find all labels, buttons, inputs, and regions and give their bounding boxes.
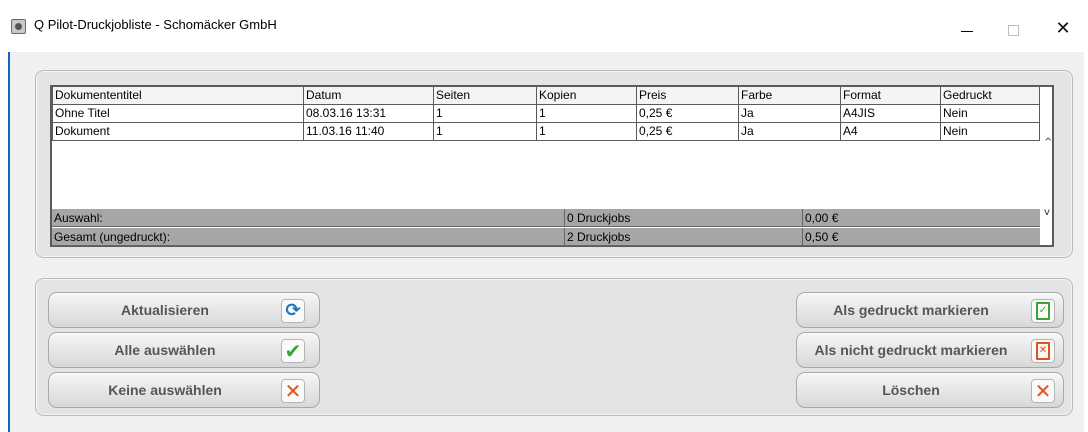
delete-button-label: Löschen	[882, 382, 940, 398]
selection-jobs: 0 Druckjobs	[564, 209, 630, 227]
table-row[interactable]: Dokument 11.03.16 11:40 1 1 0,25 € Ja A4…	[52, 123, 1040, 141]
cell-price: 0,25 €	[637, 123, 739, 141]
total-jobs: 2 Druckjobs	[564, 228, 630, 246]
column-header-copies[interactable]: Kopien	[537, 87, 637, 105]
column-header-color[interactable]: Farbe	[739, 87, 841, 105]
mark-printed-button-label: Als gedruckt markieren	[833, 302, 989, 318]
total-amount: 0,50 €	[802, 228, 838, 246]
cell-pages: 1	[434, 123, 537, 141]
selection-label: Auswahl:	[54, 211, 103, 225]
scroll-down-icon[interactable]: v	[1044, 207, 1054, 218]
title-bar: Q Pilot-Druckjobliste - Schomäcker GmbH …	[0, 0, 1088, 52]
column-header-printed[interactable]: Gedruckt	[941, 87, 1040, 105]
cell-format: A4	[841, 123, 941, 141]
document-x-icon: ✕	[1031, 339, 1055, 363]
mark-unprinted-button-label: Als nicht gedruckt markieren	[814, 342, 1008, 358]
column-header-date[interactable]: Datum	[304, 87, 434, 105]
cell-date: 11.03.16 11:40	[304, 123, 434, 141]
cell-price: 0,25 €	[637, 105, 739, 123]
table-header-row: Dokumententitel Datum Seiten Kopien Prei…	[52, 87, 1040, 105]
app-icon	[11, 19, 26, 34]
delete-button[interactable]: Löschen ✕	[796, 372, 1064, 408]
column-header-format[interactable]: Format	[841, 87, 941, 105]
close-icon: ✕	[1055, 18, 1071, 39]
cell-date: 08.03.16 13:31	[304, 105, 434, 123]
cell-printed: Nein	[941, 123, 1040, 141]
selection-summary-row: Auswahl: 0 Druckjobs 0,00 €	[52, 209, 1040, 227]
refresh-icon: ⟳	[281, 299, 305, 323]
cell-format: A4JIS	[841, 105, 941, 123]
maximize-icon	[1007, 24, 1019, 36]
cell-color: Ja	[739, 105, 841, 123]
maximize-button[interactable]	[990, 8, 1036, 44]
cell-pages: 1	[434, 105, 537, 123]
column-header-price[interactable]: Preis	[637, 87, 739, 105]
mark-unprinted-button[interactable]: Als nicht gedruckt markieren ✕	[796, 332, 1064, 368]
refresh-button-label: Aktualisieren	[121, 302, 209, 318]
cell-printed: Nein	[941, 105, 1040, 123]
cell-title: Dokument	[52, 123, 304, 141]
column-header-title[interactable]: Dokumententitel	[52, 87, 304, 105]
scroll-up-icon[interactable]: ^	[1044, 137, 1054, 148]
cell-title: Ohne Titel	[52, 105, 304, 123]
window-title: Q Pilot-Druckjobliste - Schomäcker GmbH	[34, 17, 277, 32]
table-row[interactable]: Ohne Titel 08.03.16 13:31 1 1 0,25 € Ja …	[52, 105, 1040, 123]
minimize-icon	[961, 30, 973, 32]
selection-amount: 0,00 €	[802, 209, 838, 227]
window-client-area: Dokumententitel Datum Seiten Kopien Prei…	[8, 52, 1084, 432]
column-header-pages[interactable]: Seiten	[434, 87, 537, 105]
cell-copies: 1	[537, 123, 637, 141]
x-icon: ✕	[1031, 379, 1055, 403]
document-check-icon: ✓	[1031, 299, 1055, 323]
mark-printed-button[interactable]: Als gedruckt markieren ✓	[796, 292, 1064, 328]
select-none-button[interactable]: Keine auswählen ✕	[48, 372, 320, 408]
check-icon: ✔	[281, 339, 305, 363]
minimize-button[interactable]	[944, 8, 990, 44]
refresh-button[interactable]: Aktualisieren ⟳	[48, 292, 320, 328]
print-job-table[interactable]: Dokumententitel Datum Seiten Kopien Prei…	[50, 85, 1054, 247]
total-summary-row: Gesamt (ungedruckt): 2 Druckjobs 0,50 €	[52, 228, 1040, 246]
select-all-button-label: Alle auswählen	[114, 342, 216, 358]
select-none-button-label: Keine auswählen	[108, 382, 222, 398]
close-button[interactable]: ✕	[1040, 8, 1086, 44]
x-icon: ✕	[281, 379, 305, 403]
print-job-panel: Dokumententitel Datum Seiten Kopien Prei…	[35, 70, 1073, 258]
cell-color: Ja	[739, 123, 841, 141]
total-label: Gesamt (ungedruckt):	[54, 230, 171, 244]
select-all-button[interactable]: Alle auswählen ✔	[48, 332, 320, 368]
actions-panel: Aktualisieren ⟳ Alle auswählen ✔ Keine a…	[35, 278, 1073, 416]
cell-copies: 1	[537, 105, 637, 123]
